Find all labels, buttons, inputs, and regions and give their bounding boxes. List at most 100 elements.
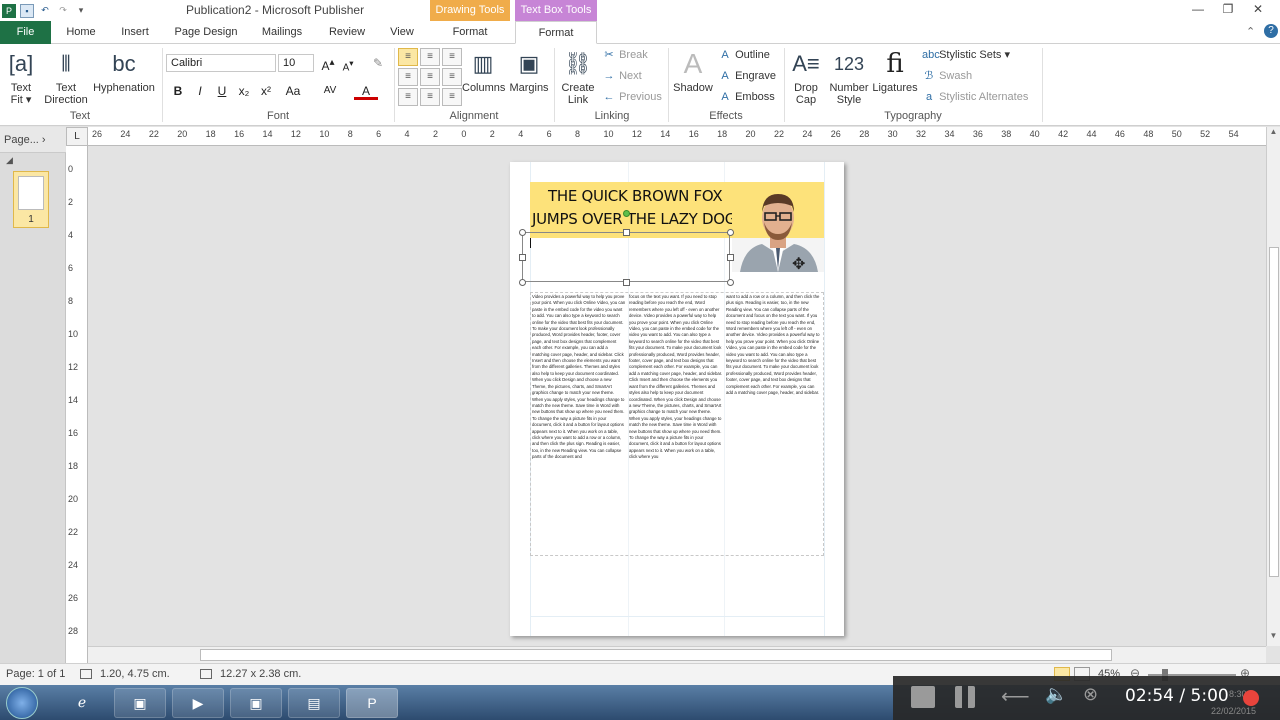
tab-home[interactable]: Home [58,21,104,44]
collapse-pane-icon[interactable]: › [42,134,46,146]
minimize-button[interactable]: — [1186,2,1210,18]
story-column-2[interactable]: focus on the text you want. If you need … [629,294,723,554]
tab-page-design[interactable]: Page Design [168,21,244,44]
taskbar-app-icon[interactable]: ▣ [114,688,166,718]
clear-formatting-icon[interactable]: ✎ [368,54,388,72]
page-indicator[interactable]: Page: 1 of 1 [6,668,65,680]
resize-handle[interactable] [623,279,630,286]
align-top-right-button[interactable]: ≡ [442,48,462,66]
create-link-button[interactable]: ⛓ Create Link [558,48,598,106]
text-fit-button[interactable]: [a] Text Fit ▾ [4,48,38,106]
pause-icon[interactable] [955,686,975,708]
number-style-button[interactable]: 123 Number Style [828,48,870,106]
bold-button[interactable]: B [168,82,188,100]
shadow-button[interactable]: A Shadow [672,48,714,94]
scroll-up-icon[interactable]: ▲ [1267,127,1280,141]
stylistic-alternates-button[interactable]: a Stylistic Alternates [922,88,1028,106]
undo-icon[interactable]: ↶ [38,4,52,18]
engrave-button[interactable]: A Engrave [718,67,776,85]
shrink-font-button[interactable]: A▾ [338,54,358,73]
ruler-corner-button[interactable]: L [66,127,88,146]
resize-handle[interactable] [727,254,734,261]
superscript-button[interactable]: x² [256,82,276,100]
horizontal-scrollbar[interactable] [88,646,1266,663]
align-top-center-button[interactable]: ≡ [420,48,440,66]
vertical-ruler[interactable]: 0 2 4 6 8 10 12 14 16 18 20 22 24 26 28 [66,146,88,663]
customize-qat-icon[interactable]: ▾ [74,4,88,18]
story-column-3[interactable]: want to add a row or a column, and then … [726,294,820,454]
scroll-down-icon[interactable]: ▼ [1267,631,1280,645]
vertical-scrollbar[interactable]: ▲ ▼ [1266,127,1280,646]
align-bottom-right-button[interactable]: ≡ [442,88,462,106]
tab-review[interactable]: Review [320,21,374,44]
restore-button[interactable]: ❐ [1216,2,1240,18]
font-size-combo[interactable]: 10 [278,54,314,72]
horizontal-ruler[interactable]: 26 24 22 20 18 16 14 12 10 8 6 4 2 0 2 4 6 8 10 12 14 16 18 20 2… [88,127,1266,146]
resize-handle[interactable] [519,279,526,286]
story-column-1[interactable]: Video provides a powerful way to help yo… [532,294,626,554]
italic-button[interactable]: I [190,82,210,100]
rewind-icon[interactable]: ⟵ [1001,684,1030,709]
taskbar-app-icon[interactable]: ▣ [230,688,282,718]
page-pane-header[interactable]: Page... › [0,127,66,153]
publication-page[interactable]: THE QUICK BROWN FOX JUMPS OVER THE LAZY … [510,162,844,636]
section-collapse-icon[interactable]: ◢ [6,155,13,166]
align-bottom-center-button[interactable]: ≡ [420,88,440,106]
publisher-app-icon[interactable]: P [2,3,16,18]
ligatures-button[interactable]: fi Ligatures [872,48,918,94]
break-link-button[interactable]: ✂ Break [602,46,647,64]
save-icon[interactable]: ▪ [20,3,34,18]
collapse-ribbon-icon[interactable]: ⌃ [1246,25,1255,38]
next-link-button[interactable]: → Next [602,67,642,85]
webcam-icon[interactable]: ⊗ [1083,684,1098,705]
horizontal-scroll-thumb[interactable] [200,649,1112,661]
swash-button[interactable]: ℬ Swash [922,67,972,85]
hyphenation-button[interactable]: bc Hyphenation [92,48,156,94]
resize-handle[interactable] [519,254,526,261]
font-color-icon[interactable]: A [354,82,378,100]
close-button[interactable]: ✕ [1246,2,1270,18]
align-center-left-button[interactable]: ≡ [398,68,418,86]
columns-button[interactable]: ▥ Columns [462,48,505,94]
character-spacing-icon[interactable]: AV [318,82,342,100]
publisher-taskbar-icon[interactable]: P [346,688,398,718]
align-center-button[interactable]: ≡ [420,68,440,86]
emboss-button[interactable]: A Emboss [718,88,774,106]
tab-drawing-format[interactable]: Format [430,21,510,44]
margins-button[interactable]: ▣ Margins [508,48,550,94]
volume-icon[interactable]: 🔈 [1045,684,1067,705]
stylistic-sets-button[interactable]: abc Stylistic Sets ▾ [922,46,1010,64]
align-center-right-button[interactable]: ≡ [442,68,462,86]
change-case-button[interactable]: Aa [280,82,306,100]
drop-cap-button[interactable]: A≡ Drop Cap [788,48,824,106]
resize-handle[interactable] [623,229,630,236]
redo-icon[interactable]: ↷ [56,4,70,18]
rotation-handle[interactable] [623,210,630,217]
subscript-button[interactable]: x₂ [234,82,254,100]
outline-button[interactable]: A Outline [718,46,770,64]
align-bottom-left-button[interactable]: ≡ [398,88,418,106]
media-player-icon[interactable]: ▶ [172,688,224,718]
tab-insert[interactable]: Insert [112,21,158,44]
align-top-left-button[interactable]: ≡ [398,48,418,66]
previous-link-button[interactable]: ← Previous [602,88,662,106]
underline-button[interactable]: U [212,82,232,100]
internet-explorer-icon[interactable]: ℯ [56,688,108,718]
file-explorer-icon[interactable]: ▤ [288,688,340,718]
resize-handle[interactable] [727,279,734,286]
tab-textbox-format[interactable]: Format [515,21,597,44]
tab-file[interactable]: File [0,21,51,44]
author-photo[interactable] [732,182,824,272]
start-button-icon[interactable] [6,687,38,719]
tab-mailings[interactable]: Mailings [254,21,310,44]
vertical-scroll-thumb[interactable] [1269,247,1279,577]
grow-font-button[interactable]: A▴ [318,54,338,73]
help-icon[interactable]: ? [1264,24,1278,38]
tab-view[interactable]: View [382,21,422,44]
stop-icon[interactable] [911,686,935,708]
resize-handle[interactable] [727,229,734,236]
page-thumbnail[interactable]: 1 [13,171,49,228]
selected-text-box[interactable] [522,232,730,282]
font-name-combo[interactable]: Calibri [166,54,276,72]
resize-handle[interactable] [519,229,526,236]
